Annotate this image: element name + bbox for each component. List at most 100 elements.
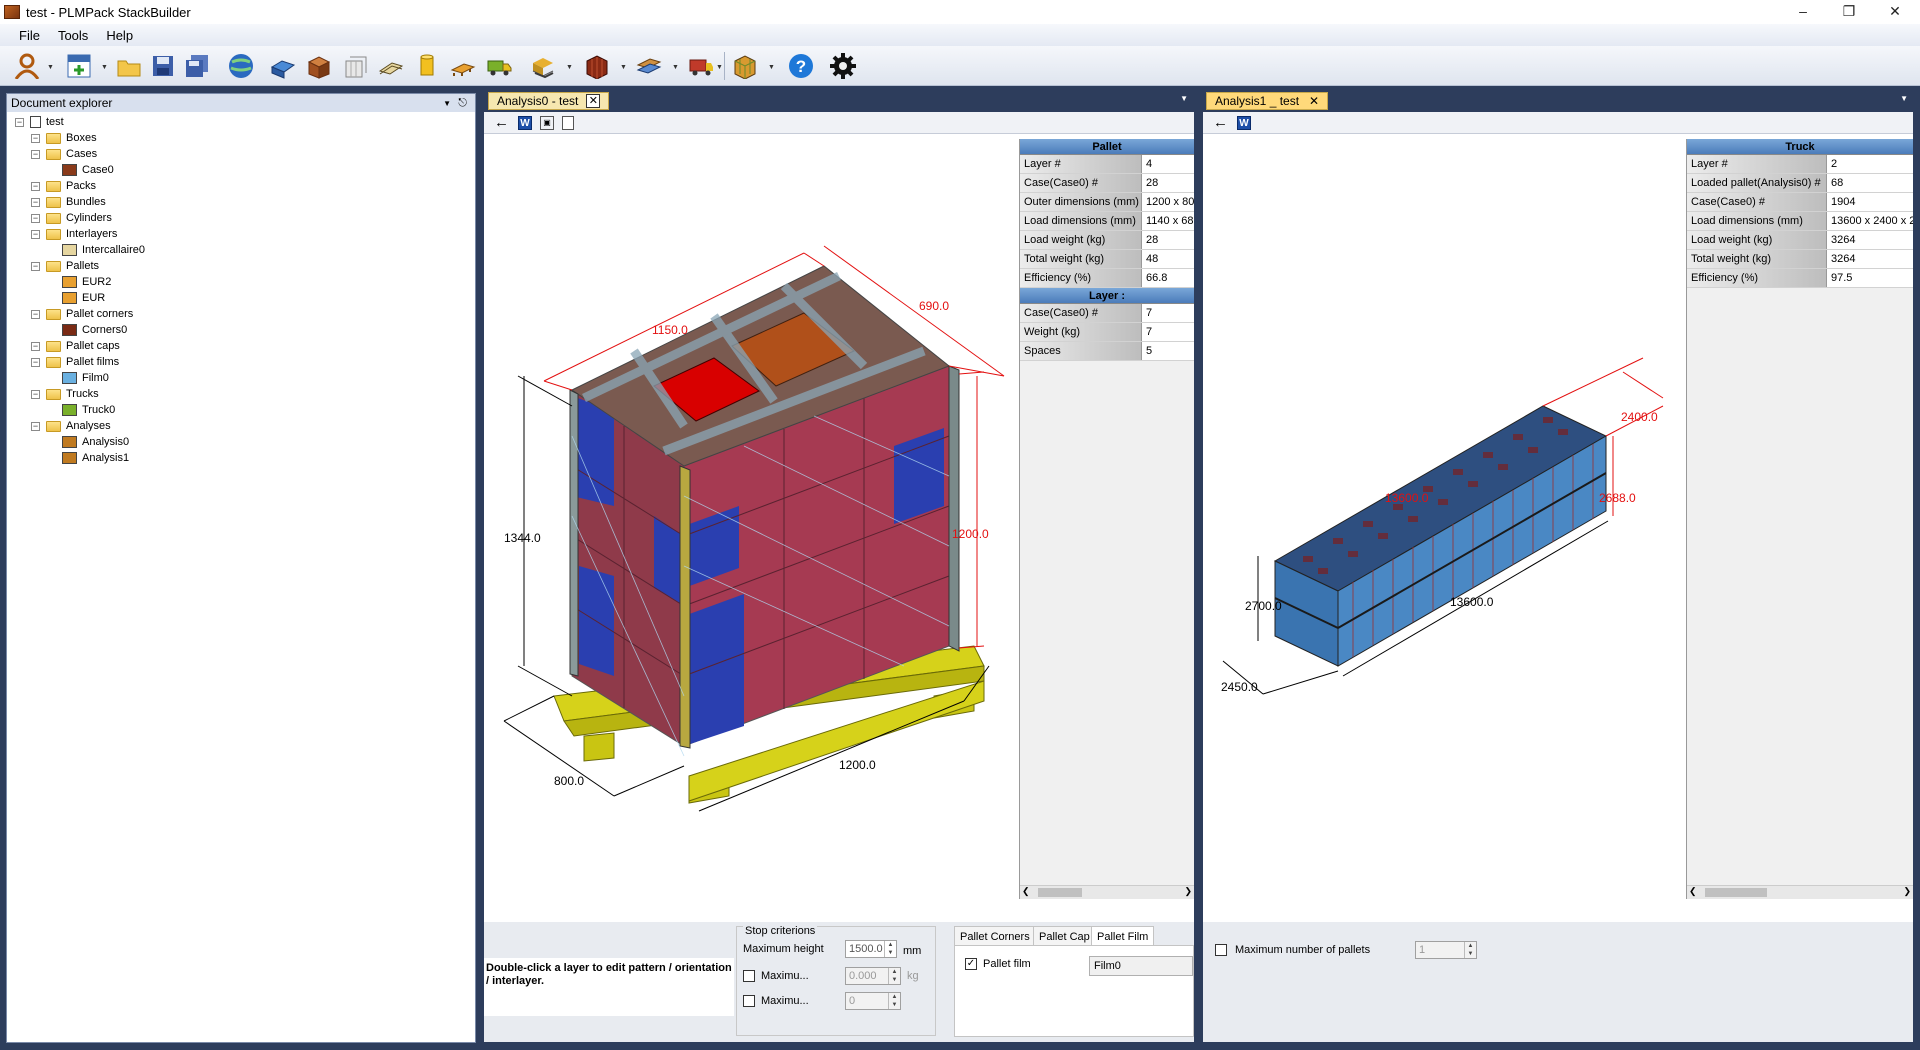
grid-row[interactable]: Case(Case0) #28 [1020,174,1194,193]
grid-value[interactable]: 3264 [1827,250,1913,268]
scroll-left-icon[interactable]: ❮ [1022,886,1030,897]
collapse-icon[interactable]: − [31,213,40,223]
scroll-thumb[interactable] [1705,888,1767,897]
close-tab-icon[interactable]: ✕ [1309,94,1319,108]
tree-item-pallet-corners[interactable]: − Pallet corners [31,306,133,322]
chevron-down-icon[interactable]: ▼ [566,64,573,71]
save-all-icon[interactable] [182,51,212,81]
word-report-icon[interactable]: W [518,116,532,130]
spin-arrows-icon[interactable]: ▲ ▼ [1464,942,1476,958]
grid-row[interactable]: Total weight (kg) 48 [1020,250,1194,269]
chevron-down-icon[interactable]: ▼ [1180,94,1188,103]
max-count-checkbox[interactable] [743,995,755,1007]
collapse-icon[interactable]: − [31,389,40,399]
grid-row[interactable]: Total weight (kg) 3264 [1687,250,1913,269]
grid-row[interactable]: Layer #4 [1020,155,1194,174]
tree-item-pallets[interactable]: − Pallets [31,258,99,274]
max-pallets-stepper[interactable]: 1 ▲ ▼ [1415,941,1477,959]
minimize-icon[interactable]: – [1780,0,1826,22]
grid-value[interactable]: 97.5 [1827,269,1913,287]
tree-item-film0[interactable]: Film0 [47,370,109,386]
grid-row[interactable]: Loaded pallet(Analysis0) #68 [1687,174,1913,193]
chevron-down-icon[interactable]: ▼ [716,64,723,71]
menu-tools[interactable]: Tools [49,28,97,43]
scroll-right-icon[interactable]: ❯ [1903,886,1911,897]
tree-item-analyses[interactable]: − Analyses [31,418,111,434]
tab-pallet-film[interactable]: Pallet Film [1091,926,1155,946]
tab-pallet-cap[interactable]: Pallet Cap [1033,926,1096,946]
grid-value[interactable]: 2 [1827,155,1913,173]
grid-row[interactable]: Load dimensions (mm) 13600 x 2400 x 2 [1687,212,1913,231]
scroll-left-icon[interactable]: ❮ [1689,886,1697,897]
tree-item-analysis0[interactable]: Analysis0 [47,434,129,450]
grid-row[interactable]: Case(Case0) #1904 [1687,193,1913,212]
max-weight-stepper[interactable]: 0.000 ▲ ▼ [845,967,901,985]
new-pallet-icon[interactable] [448,51,478,81]
back-arrow-icon[interactable]: ← [1213,114,1228,131]
spin-arrows-icon[interactable]: ▲ ▼ [888,993,900,1009]
grid-value[interactable]: 3264 [1827,231,1913,249]
new-cylinder-icon[interactable] [412,51,442,81]
chevron-down-icon[interactable]: ▼ [620,64,627,71]
grid-row[interactable]: Load weight (kg) 3264 [1687,231,1913,250]
grid-value[interactable]: 7 [1142,323,1194,341]
analysis-pallet-truck-icon[interactable] [634,51,664,81]
analysis-box-case-icon[interactable] [582,51,612,81]
word-report-icon[interactable]: W [1237,116,1251,130]
grid-row[interactable]: Load weight (kg) 28 [1020,231,1194,250]
collapse-icon[interactable]: − [31,421,40,431]
grid-row[interactable]: Spaces 5 [1020,342,1194,361]
tree-item-truck0[interactable]: Truck0 [47,402,115,418]
tree-item-eur[interactable]: EUR [47,290,105,306]
save-icon[interactable] [148,51,178,81]
new-bundle-icon[interactable] [340,51,370,81]
analysis-casepallet-icon[interactable] [528,51,558,81]
new-interlayer-icon[interactable] [376,51,406,81]
grid-value[interactable]: 7 [1142,304,1194,322]
new-document-icon[interactable] [64,51,94,81]
grid-value[interactable]: 13600 x 2400 x 2 [1827,212,1913,230]
grid-row[interactable]: Efficiency (%) 97.5 [1687,269,1913,288]
tree-item-trucks[interactable]: − Trucks [31,386,99,402]
tree-item-bundles[interactable]: − Bundles [31,194,106,210]
max-weight-checkbox[interactable] [743,970,755,982]
collapse-icon[interactable]: − [31,309,40,319]
grid-value[interactable]: 1904 [1827,193,1913,211]
grid-value[interactable]: 1140 x 68 [1142,212,1194,230]
document-icon[interactable] [562,116,574,130]
collapse-icon[interactable]: − [31,341,40,351]
scroll-right-icon[interactable]: ❯ [1184,886,1192,897]
grid-row[interactable]: Efficiency (%) 66.8 [1020,269,1194,288]
chevron-down-icon[interactable]: ▼ [1900,94,1908,103]
new-box-icon[interactable] [268,51,298,81]
tree-item-pallet-caps[interactable]: − Pallet caps [31,338,120,354]
menu-file[interactable]: File [10,28,49,43]
grid-value[interactable]: 66.8 [1142,269,1194,287]
tab-analysis0[interactable]: Analysis0 - test ✕ [488,92,610,110]
grid-row[interactable]: Weight (kg) 7 [1020,323,1194,342]
max-count-stepper[interactable]: 0 ▲ ▼ [845,992,901,1010]
analysis-case-truck-icon[interactable] [686,51,716,81]
collapse-icon[interactable]: − [31,149,40,159]
new-truck-icon[interactable] [484,51,514,81]
chevron-down-icon[interactable]: ▼ [101,64,108,71]
tree-item-corners0[interactable]: Corners0 [47,322,127,338]
grid-horizontal-scrollbar[interactable]: ❮ ❯ [1020,885,1194,899]
scroll-thumb[interactable] [1038,888,1082,897]
grid-row[interactable]: Load dimensions (mm) 1140 x 68 [1020,212,1194,231]
database-icon[interactable] [226,51,256,81]
close-tab-icon[interactable]: ✕ [586,94,601,108]
new-case-icon[interactable] [304,51,334,81]
spin-arrows-icon[interactable]: ▲ ▼ [884,941,896,957]
grid-value[interactable]: 28 [1142,174,1194,192]
tree-item-interlayers[interactable]: − Interlayers [31,226,117,242]
tree-item-pallet-films[interactable]: − Pallet films [31,354,119,370]
user-icon[interactable] [12,51,42,81]
grid-value[interactable]: 28 [1142,231,1194,249]
grid-value[interactable]: 68 [1827,174,1913,192]
back-arrow-icon[interactable]: ← [494,114,509,131]
close-window-icon[interactable]: ✕ [1872,0,1918,22]
collapse-icon[interactable]: − [31,197,40,207]
tree-item-test[interactable]: − test [15,114,64,130]
grid-row[interactable]: Case(Case0) #7 [1020,304,1194,323]
